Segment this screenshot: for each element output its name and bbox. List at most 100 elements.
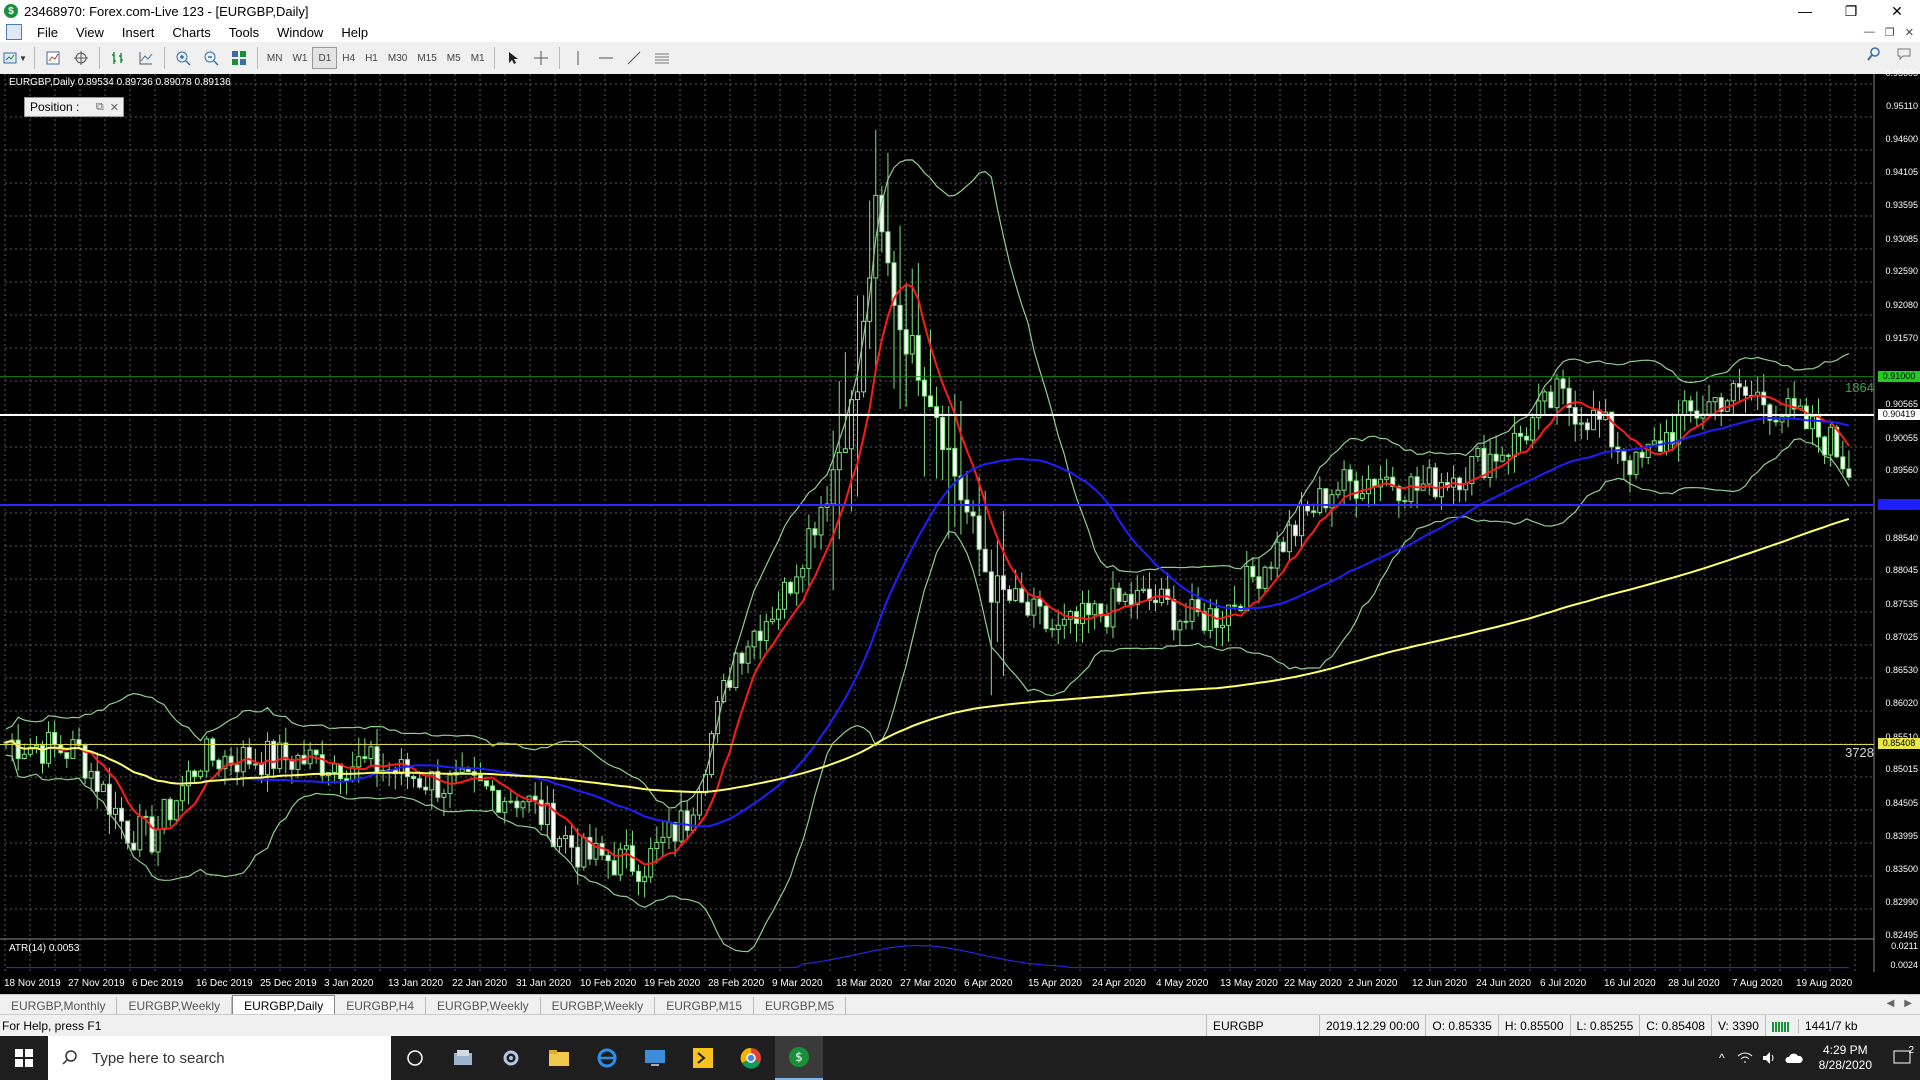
- time-axis[interactable]: 18 Nov 2019 27 Nov 2019 6 Dec 2019 16 Dec 2…: [0, 974, 1874, 994]
- taskbar-search-input[interactable]: Type here to search: [48, 1036, 391, 1080]
- taskbar-app-sticky[interactable]: [679, 1036, 727, 1080]
- time-axis-label: 2 Jun 2020: [1348, 978, 1398, 989]
- tab-eurgbp-daily[interactable]: EURGBP,Daily: [232, 995, 336, 1015]
- menu-help[interactable]: Help: [332, 25, 377, 40]
- new-chart-button[interactable]: ▼: [3, 46, 27, 70]
- taskbar-app-remote-desktop[interactable]: [631, 1036, 679, 1080]
- tile-windows-button[interactable]: [228, 46, 250, 70]
- mdi-restore-icon[interactable]: ❐: [1885, 26, 1895, 39]
- zoom-in-button[interactable]: [172, 46, 194, 70]
- price-axis[interactable]: 0.95605 0.95110 0.94600 0.94105 0.93595 0.930…: [1874, 68, 1920, 994]
- tab-eurgbp-weekly-2[interactable]: EURGBP,Weekly: [426, 997, 541, 1015]
- timeframe-m30[interactable]: M30: [383, 48, 412, 68]
- candle-body: [404, 759, 410, 778]
- taskbar-app-edge[interactable]: [583, 1036, 631, 1080]
- candle-body: [1128, 593, 1134, 606]
- trendline-button[interactable]: [623, 46, 645, 70]
- cursor-button[interactable]: [502, 46, 524, 70]
- taskbar-app-file-manager[interactable]: [439, 1036, 487, 1080]
- candle-body: [1025, 601, 1031, 616]
- taskbar-clock[interactable]: 4:29 PM 8/28/2020: [1819, 1043, 1872, 1073]
- minimize-button[interactable]: —: [1782, 0, 1828, 22]
- candle-body: [417, 778, 423, 788]
- tab-eurgbp-weekly[interactable]: EURGBP,Weekly: [117, 997, 233, 1015]
- crosshair-button[interactable]: [530, 46, 552, 70]
- timeframe-h1[interactable]: H1: [360, 48, 383, 68]
- mdi-close-icon[interactable]: ✕: [1905, 26, 1914, 39]
- tab-eurgbp-m5[interactable]: EURGBP,M5: [754, 997, 847, 1015]
- candle-body: [1341, 469, 1347, 491]
- restore-button[interactable]: ❐: [1828, 0, 1874, 22]
- tab-scroll-right-icon[interactable]: ▶: [1904, 998, 1912, 1009]
- tray-show-hidden-icon[interactable]: ^: [1719, 1051, 1725, 1065]
- price-axis-label: 0.92590: [1885, 266, 1918, 277]
- timeframe-w1[interactable]: W1: [287, 48, 312, 68]
- candle-body: [1305, 504, 1311, 512]
- candle-body: [1517, 432, 1523, 437]
- status-close: C: 0.85408: [1639, 1015, 1711, 1037]
- price-chart[interactable]: [0, 74, 1920, 994]
- channel-button[interactable]: [651, 46, 673, 70]
- chart-document-icon[interactable]: [6, 24, 22, 40]
- position-panel[interactable]: Position : ⧉ ✕: [24, 97, 124, 117]
- horizontal-line-button[interactable]: [595, 46, 617, 70]
- vertical-line-button[interactable]: [567, 46, 589, 70]
- mdi-minimize-icon[interactable]: —: [1864, 26, 1875, 38]
- timeframe-m5[interactable]: M5: [442, 48, 466, 68]
- timeframe-m1[interactable]: M1: [466, 48, 490, 68]
- market-watch-button[interactable]: [42, 46, 64, 70]
- notification-center-button[interactable]: 2: [1884, 1045, 1920, 1066]
- onedrive-cloud-icon[interactable]: [1785, 1051, 1803, 1065]
- close-button[interactable]: ✕: [1874, 0, 1920, 22]
- time-axis-label: 6 Apr 2020: [964, 978, 1013, 989]
- tab-eurgbp-monthly[interactable]: EURGBP,Monthly: [0, 997, 118, 1015]
- taskbar-app-settings[interactable]: [487, 1036, 535, 1080]
- taskbar-app-chrome[interactable]: [727, 1036, 775, 1080]
- price-axis-label: 0.89560: [1885, 465, 1918, 476]
- chart-symbol-info: EURGBP,Daily 0.89534 0.89736 0.89078 0.8…: [9, 77, 231, 88]
- candle-body: [1706, 401, 1712, 415]
- timeframe-m15[interactable]: M15: [412, 48, 441, 68]
- tab-scroll-left-icon[interactable]: ◀: [1887, 998, 1895, 1009]
- candle-body: [137, 815, 143, 851]
- chart-window[interactable]: EURGBP,Daily 0.89534 0.89736 0.89078 0.8…: [0, 68, 1920, 994]
- candle-body: [769, 618, 775, 623]
- wifi-icon[interactable]: [1737, 1051, 1753, 1065]
- time-axis-label: 3 Jan 2020: [324, 978, 374, 989]
- candle-body: [1031, 598, 1037, 616]
- time-axis-label: 10 Feb 2020: [580, 978, 637, 989]
- candle-body: [1232, 604, 1238, 607]
- price-axis-label: 0.94105: [1885, 166, 1918, 177]
- timeframe-d1[interactable]: D1: [312, 47, 338, 69]
- zoom-out-button[interactable]: [200, 46, 222, 70]
- search-icon[interactable]: [1866, 46, 1882, 62]
- menu-charts[interactable]: Charts: [163, 25, 219, 40]
- start-button[interactable]: [0, 1036, 48, 1080]
- volume-icon[interactable]: [1761, 1051, 1777, 1065]
- tab-eurgbp-weekly-3[interactable]: EURGBP,Weekly: [541, 997, 656, 1015]
- panel-popout-icon[interactable]: ⧉: [96, 101, 104, 114]
- menu-window[interactable]: Window: [268, 25, 332, 40]
- svg-text:$: $: [795, 1050, 803, 1064]
- menu-view[interactable]: View: [67, 25, 113, 40]
- panel-close-icon[interactable]: ✕: [110, 101, 119, 114]
- menu-tools[interactable]: Tools: [220, 25, 268, 40]
- toolbar-separator: [98, 47, 100, 69]
- tab-eurgbp-h4[interactable]: EURGBP,H4: [335, 997, 427, 1015]
- line-chart-button[interactable]: [135, 46, 157, 70]
- candle-body: [362, 756, 368, 759]
- tab-eurgbp-m15[interactable]: EURGBP,M15: [655, 997, 755, 1015]
- menu-file[interactable]: File: [28, 25, 67, 40]
- taskbar-app-trading-terminal[interactable]: $: [775, 1036, 823, 1080]
- timeframe-mn[interactable]: MN: [262, 48, 288, 68]
- menu-insert[interactable]: Insert: [113, 25, 164, 40]
- navigator-button[interactable]: [70, 46, 92, 70]
- bar-chart-button[interactable]: [107, 46, 129, 70]
- task-view-button[interactable]: [391, 1036, 439, 1080]
- candle-body: [1286, 524, 1292, 553]
- chat-icon[interactable]: [1896, 46, 1912, 62]
- candle-body: [374, 746, 380, 774]
- time-axis-label: 24 Apr 2020: [1092, 978, 1146, 989]
- timeframe-h4[interactable]: H4: [337, 48, 360, 68]
- taskbar-app-explorer[interactable]: [535, 1036, 583, 1080]
